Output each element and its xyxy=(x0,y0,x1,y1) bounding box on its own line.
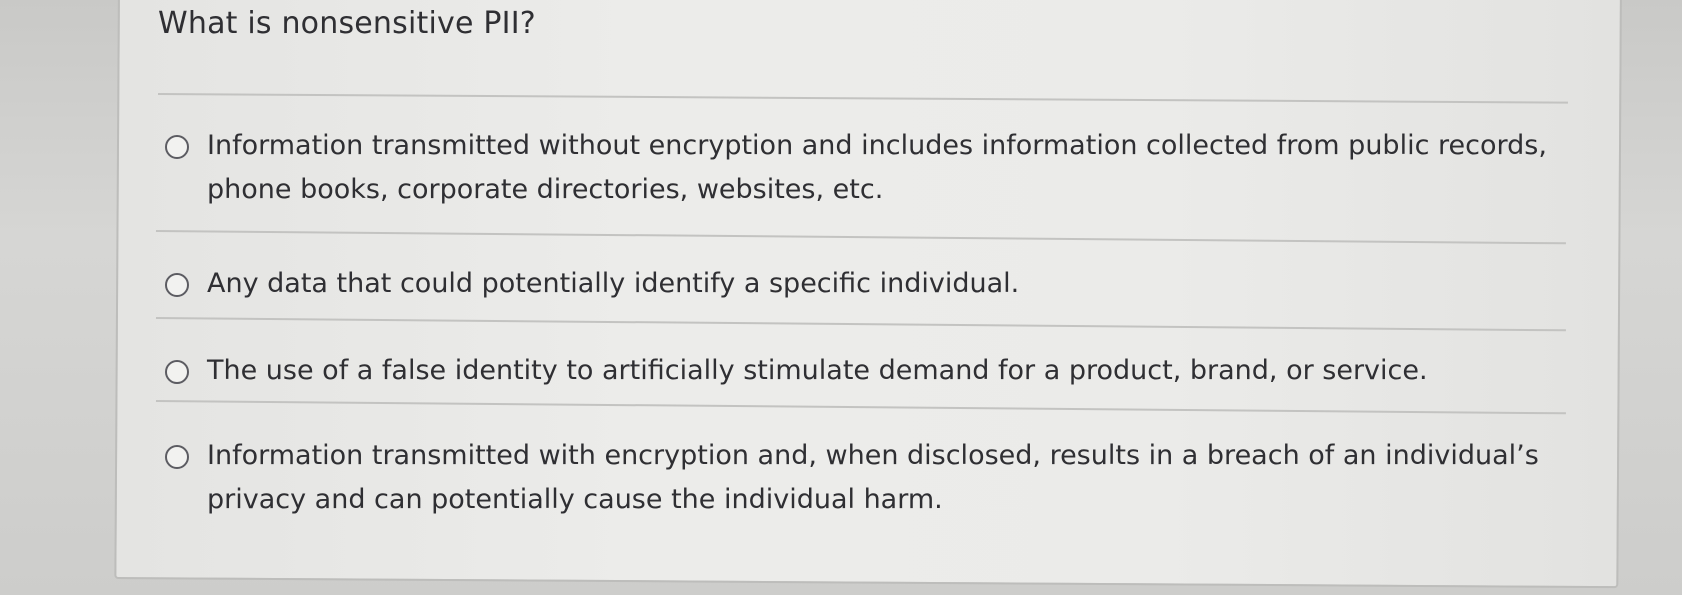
answer-option-text: Information transmitted without encrypti… xyxy=(207,124,1547,212)
answer-option-1[interactable]: Information transmitted without encrypti… xyxy=(165,130,1547,212)
radio-button-icon[interactable] xyxy=(165,360,189,384)
answer-option-line: phone books, corporate directories, webs… xyxy=(207,174,884,205)
radio-button-icon[interactable] xyxy=(165,445,189,469)
answer-option-text: Any data that could potentially identify… xyxy=(207,262,1019,306)
answer-option-line: Information transmitted without encrypti… xyxy=(207,130,1547,161)
answer-option-line: Information transmitted with encryption … xyxy=(207,440,1539,471)
radio-button-icon[interactable] xyxy=(165,273,189,297)
answer-option-2[interactable]: Any data that could potentially identify… xyxy=(165,268,1019,306)
answer-option-line: privacy and can potentially cause the in… xyxy=(207,484,943,515)
answer-option-text: The use of a false identity to artificia… xyxy=(207,349,1428,393)
answer-option-line: Any data that could potentially identify… xyxy=(207,268,1020,299)
answer-option-line: The use of a false identity to artificia… xyxy=(207,355,1428,386)
radio-button-icon[interactable] xyxy=(165,135,189,159)
answer-option-text: Information transmitted with encryption … xyxy=(207,434,1539,522)
answer-option-3[interactable]: The use of a false identity to artificia… xyxy=(165,355,1428,393)
question-title: What is nonsensitive PII? xyxy=(158,6,536,41)
answer-option-4[interactable]: Information transmitted with encryption … xyxy=(165,440,1539,522)
